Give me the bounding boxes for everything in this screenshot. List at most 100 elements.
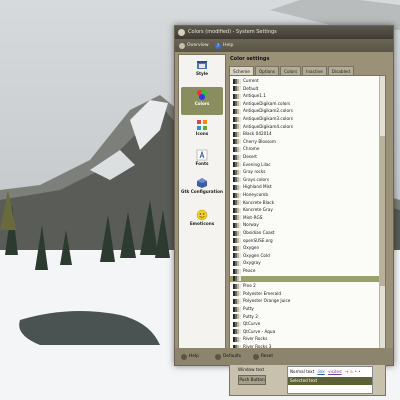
help-button[interactable]: Help xyxy=(181,352,199,361)
reset-button-label: Reset xyxy=(261,354,274,359)
gtk-icon xyxy=(197,178,207,188)
scheme-list[interactable]: River Rocks 3 River Rocks QtCurve - Aqua Qt… xyxy=(229,75,386,357)
scheme-list-item[interactable]: Current xyxy=(230,78,385,84)
scheme-list-item[interactable]: AntiqueDigikam3.colors xyxy=(230,116,385,122)
scheme-list-item[interactable]: AntiqueDigikam.colors xyxy=(230,101,385,107)
scheme-name: Putty xyxy=(243,306,254,311)
scheme-name: AntiqueDigikam2.colors xyxy=(243,108,293,114)
scheme-list-item[interactable]: Grays.colors xyxy=(230,177,385,183)
scheme-list-item[interactable]: Putty 2 xyxy=(230,314,385,320)
scheme-name: Highland Mist xyxy=(243,184,272,190)
scheme-swatch-icon xyxy=(233,169,241,175)
scheme-list-item[interactable]: Putty xyxy=(230,306,385,312)
scheme-list-item[interactable]: Koncrete Black xyxy=(230,200,385,206)
scheme-list-item[interactable]: Oxygen Cold xyxy=(230,253,385,259)
scheme-name: Grays.colors xyxy=(243,176,270,182)
preview-visited-link[interactable]: visited xyxy=(328,369,342,374)
scheme-name: Oxygray xyxy=(243,260,261,266)
scheme-list-item[interactable]: Highland Mist xyxy=(230,184,385,190)
scheme-name: Oxygen xyxy=(243,245,260,251)
scheme-name: QtCurve - Aqua xyxy=(243,328,276,334)
scheme-list-item[interactable]: River Rocks xyxy=(230,336,385,342)
scheme-swatch-icon xyxy=(233,78,241,84)
preview-text-area: Normal text link visited → ⚠ • • Selecte… xyxy=(287,366,373,394)
sidebar-item-gtk-configuration[interactable]: Gtk Configuration xyxy=(181,175,223,205)
scheme-list-item[interactable]: Evening Lilac xyxy=(230,162,385,168)
scheme-list-item[interactable]: Obsidian Coast xyxy=(230,230,385,236)
scheme-name: Pine 2 xyxy=(243,283,256,289)
scheme-list-item[interactable]: openSUSE.org xyxy=(230,238,385,244)
sidebar-item-label: Colors xyxy=(194,101,210,106)
scheme-list-item[interactable]: Chrome xyxy=(230,146,385,152)
scheme-list-scrollbar[interactable] xyxy=(379,76,385,356)
scheme-swatch-icon xyxy=(233,245,241,251)
scheme-swatch-icon xyxy=(233,260,241,266)
scheme-list-item[interactable]: AntiqueDigikam2.colors xyxy=(230,108,385,114)
scheme-name: Mint-RGS xyxy=(243,214,263,220)
scheme-name: Desert xyxy=(243,154,257,159)
scheme-swatch-icon xyxy=(233,184,241,190)
dialog-button-bar: Help Defaults Reset xyxy=(175,348,393,365)
scheme-swatch-icon xyxy=(233,314,241,320)
scheme-swatch-icon xyxy=(233,336,241,342)
sidebar-item-emoticons[interactable]: Emoticons xyxy=(181,207,223,235)
scheme-name: openSUSE.org xyxy=(243,237,273,243)
scheme-list-item[interactable]: Desert xyxy=(230,154,385,160)
scheme-name: Koncrete Black xyxy=(243,199,275,205)
overview-label: Overview xyxy=(187,43,209,48)
scheme-list-item[interactable]: Honeycomb xyxy=(230,192,385,198)
sidebar-item-label: Gtk Configuration xyxy=(181,189,223,194)
help-button-label: Help xyxy=(189,354,199,359)
scheme-list-item[interactable] xyxy=(230,275,385,282)
sidebar-item-fonts[interactable]: Fonts xyxy=(181,147,223,175)
scheme-list-item[interactable]: Gray rocks xyxy=(230,169,385,175)
scheme-list-item[interactable]: Black 042014 xyxy=(230,131,385,137)
sidebar-item-label: Fonts xyxy=(195,161,209,166)
icons-icon xyxy=(197,120,207,130)
scheme-list-item[interactable]: Oxygen xyxy=(230,245,385,251)
scheme-list-item[interactable]: AntiqueDigikam4.colors xyxy=(230,124,385,130)
scheme-list-item[interactable]: Norway xyxy=(230,222,385,228)
sidebar-item-icons[interactable]: Icons xyxy=(181,117,223,145)
scheme-list-item[interactable]: Peace xyxy=(230,268,385,274)
scheme-name: Koncrete Gray xyxy=(243,207,273,213)
scheme-swatch-icon xyxy=(233,321,241,327)
preview-normal-text: Normal text xyxy=(290,369,315,374)
scheme-name: Peace xyxy=(243,268,256,273)
scrollbar-thumb[interactable] xyxy=(380,136,385,286)
sidebar-item-style[interactable]: Style xyxy=(181,57,223,85)
overview-button[interactable]: Overview xyxy=(179,41,209,50)
settings-sidebar: Style Colors Icons Fonts Gtk Configurati… xyxy=(178,54,226,361)
page-title: Color settings xyxy=(230,56,270,62)
scheme-swatch-icon xyxy=(233,276,241,282)
scheme-swatch-icon xyxy=(233,253,241,259)
defaults-button[interactable]: Defaults xyxy=(215,352,241,361)
scheme-swatch-icon xyxy=(233,283,241,289)
scheme-list-item[interactable]: Cherry Blossom xyxy=(230,139,385,145)
scheme-list-item[interactable]: Polyester Emerald xyxy=(230,291,385,297)
scheme-list-item[interactable]: Antique1.1 xyxy=(230,93,385,99)
scheme-list-item[interactable]: Default xyxy=(230,86,385,92)
sidebar-item-colors[interactable]: Colors xyxy=(181,87,223,115)
defaults-button-label: Defaults xyxy=(223,354,241,359)
help-menu-button[interactable]: ? Help xyxy=(215,41,233,50)
scheme-swatch-icon xyxy=(233,222,241,228)
scheme-list-item[interactable]: QtCurve xyxy=(230,321,385,327)
help-icon: ? xyxy=(215,42,221,49)
preview-link[interactable]: link xyxy=(318,369,325,374)
reset-button[interactable]: Reset xyxy=(253,352,273,361)
window-menu-icon[interactable] xyxy=(178,29,185,36)
preview-push-button[interactable]: Push Button xyxy=(238,375,266,385)
scheme-swatch-icon xyxy=(233,162,241,168)
scheme-swatch-icon xyxy=(233,268,241,274)
scheme-list-item[interactable]: Pine 2 xyxy=(230,283,385,289)
scheme-list-item[interactable]: Koncrete Gray xyxy=(230,207,385,213)
scheme-name: Obsidian Coast xyxy=(243,230,275,235)
scheme-swatch-icon xyxy=(233,146,241,152)
scheme-list-item[interactable]: Polyester Orange Juice xyxy=(230,298,385,304)
scheme-list-item[interactable]: Mint-RGS xyxy=(230,215,385,221)
scheme-list-item[interactable]: Oxygray xyxy=(230,260,385,266)
scheme-list-item[interactable]: QtCurve - Aqua xyxy=(230,329,385,335)
fonts-icon xyxy=(196,149,208,161)
window-titlebar[interactable]: Colors (modified) - System Settings xyxy=(175,26,393,39)
